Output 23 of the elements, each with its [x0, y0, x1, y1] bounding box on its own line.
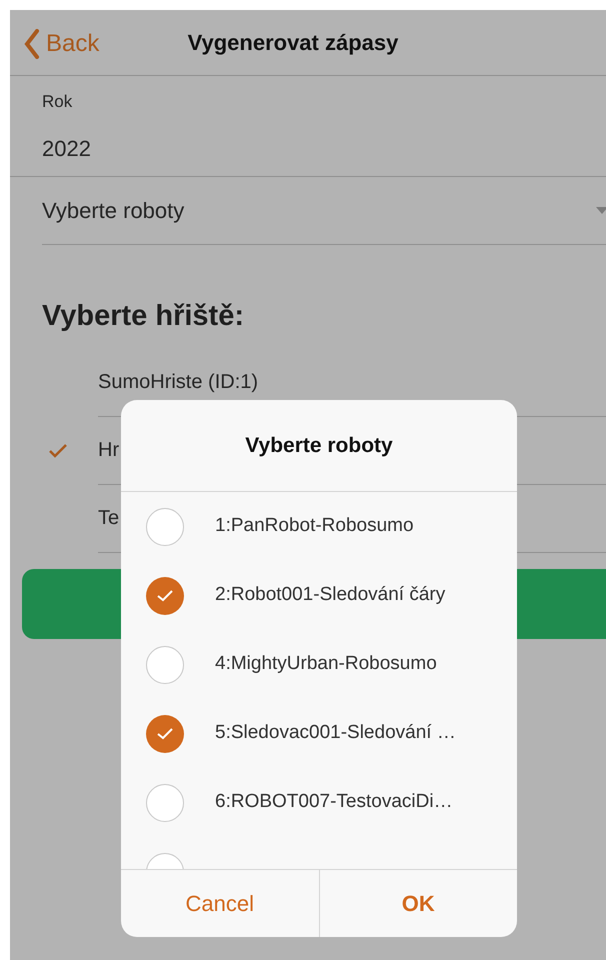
year-field[interactable]: 2022 [42, 134, 606, 164]
robot-option-label: 4:MightyUrban-Robosumo [215, 652, 437, 676]
robot-option-label: 2:Robot001-Sledování čáry [215, 583, 446, 608]
robot-option-label: 5:Sledovac001-Sledování … [215, 721, 456, 746]
field-option[interactable]: SumoHriste (ID:1) [98, 367, 258, 397]
check-icon [156, 589, 174, 602]
dropdown-caret-icon [596, 207, 606, 214]
dialog-title: Vyberte roboty [245, 432, 393, 459]
field-label: Rok [42, 91, 74, 113]
robot-checkbox[interactable] [146, 646, 184, 684]
check-icon [156, 727, 174, 740]
window-title: Vygenerovat zápasy [188, 29, 400, 57]
robot-option-label: 1:PanRobot-Robosumo [215, 514, 414, 538]
robot-checkbox[interactable] [146, 714, 184, 752]
field-option[interactable]: Te [98, 503, 120, 533]
robot-select[interactable]: Vyberte roboty [42, 194, 606, 227]
field-option[interactable]: Hr [98, 435, 120, 465]
robot-checkbox[interactable] [146, 576, 184, 614]
back-chevron-icon [24, 29, 40, 59]
robot-option-label: 6:ROBOT007-TestovaciDi… [215, 790, 453, 814]
section-heading: Vyberte hřiště: [42, 299, 245, 334]
robot-checkbox[interactable] [146, 784, 184, 822]
robot-checkbox[interactable] [146, 508, 184, 546]
